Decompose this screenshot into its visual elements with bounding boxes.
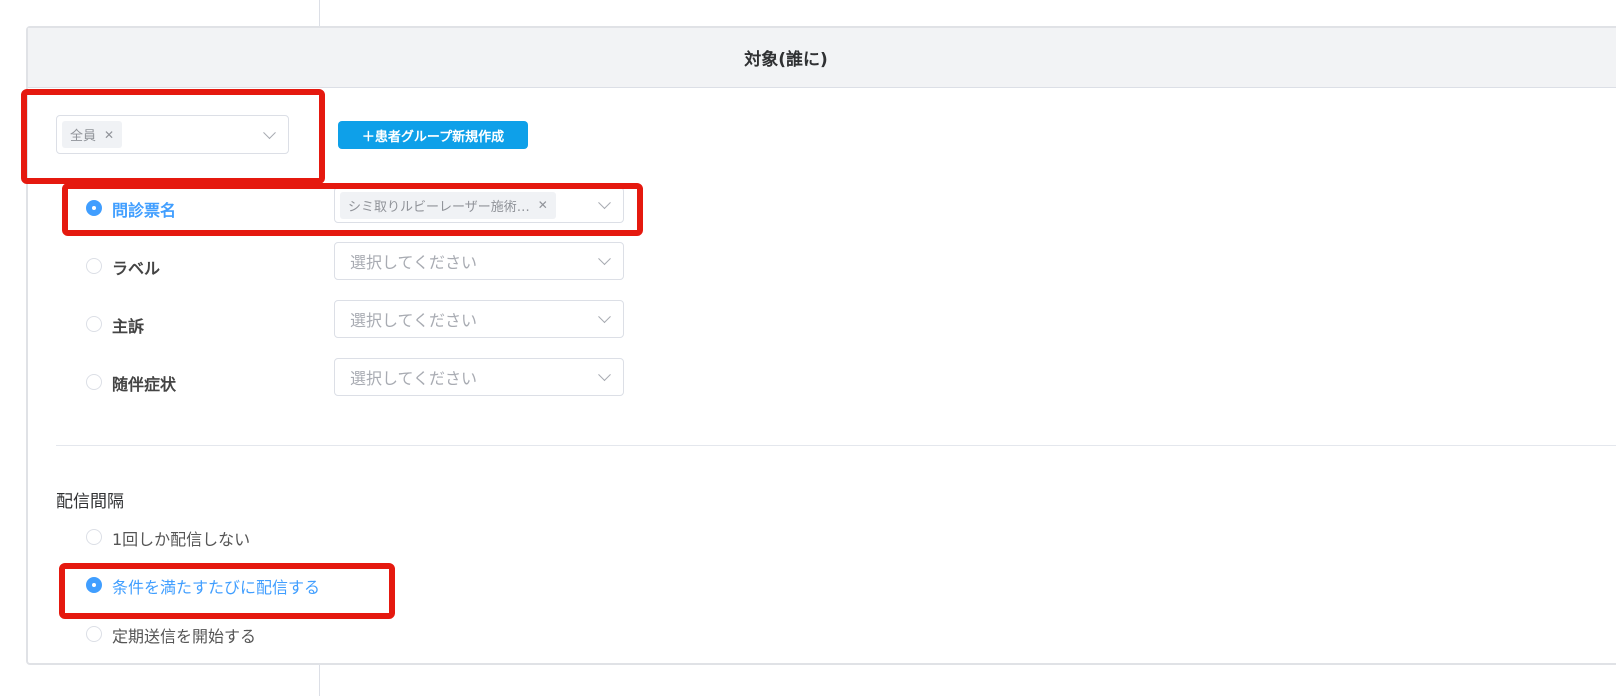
section-divider [56,445,1616,446]
symptoms-select[interactable]: 選択してください [334,358,624,396]
chief-complaint-placeholder: 選択してください [350,311,478,330]
chevron-down-icon [598,252,611,266]
label-placeholder: 選択してください [350,253,478,272]
label-symptoms: 随伴症状 [112,375,177,394]
radio-periodic[interactable] [86,626,102,642]
highlight-box [21,89,325,184]
radio-chief-complaint[interactable] [86,316,102,332]
radio-label[interactable] [86,258,102,274]
symptoms-placeholder: 選択してください [350,369,478,388]
create-patient-group-button[interactable]: ＋患者グループ新規作成 [338,121,528,149]
label-chief-complaint: 主訴 [112,317,145,336]
chevron-down-icon [598,310,611,324]
column-divider [319,664,320,696]
option-periodic[interactable]: 定期送信を開始する [112,623,256,647]
highlight-box [62,183,643,236]
chief-complaint-select[interactable]: 選択してください [334,300,624,338]
column-divider [319,0,320,26]
label-select[interactable]: 選択してください [334,242,624,280]
chevron-down-icon [598,368,611,382]
option-once[interactable]: 1回しか配信しない [112,526,250,550]
radio-once[interactable] [86,529,102,545]
highlight-box [59,563,395,619]
interval-title: 配信間隔 [56,492,124,512]
radio-symptoms[interactable] [86,374,102,390]
panel-title: 対象(誰に) [28,28,1616,88]
label-label: ラベル [112,259,161,278]
